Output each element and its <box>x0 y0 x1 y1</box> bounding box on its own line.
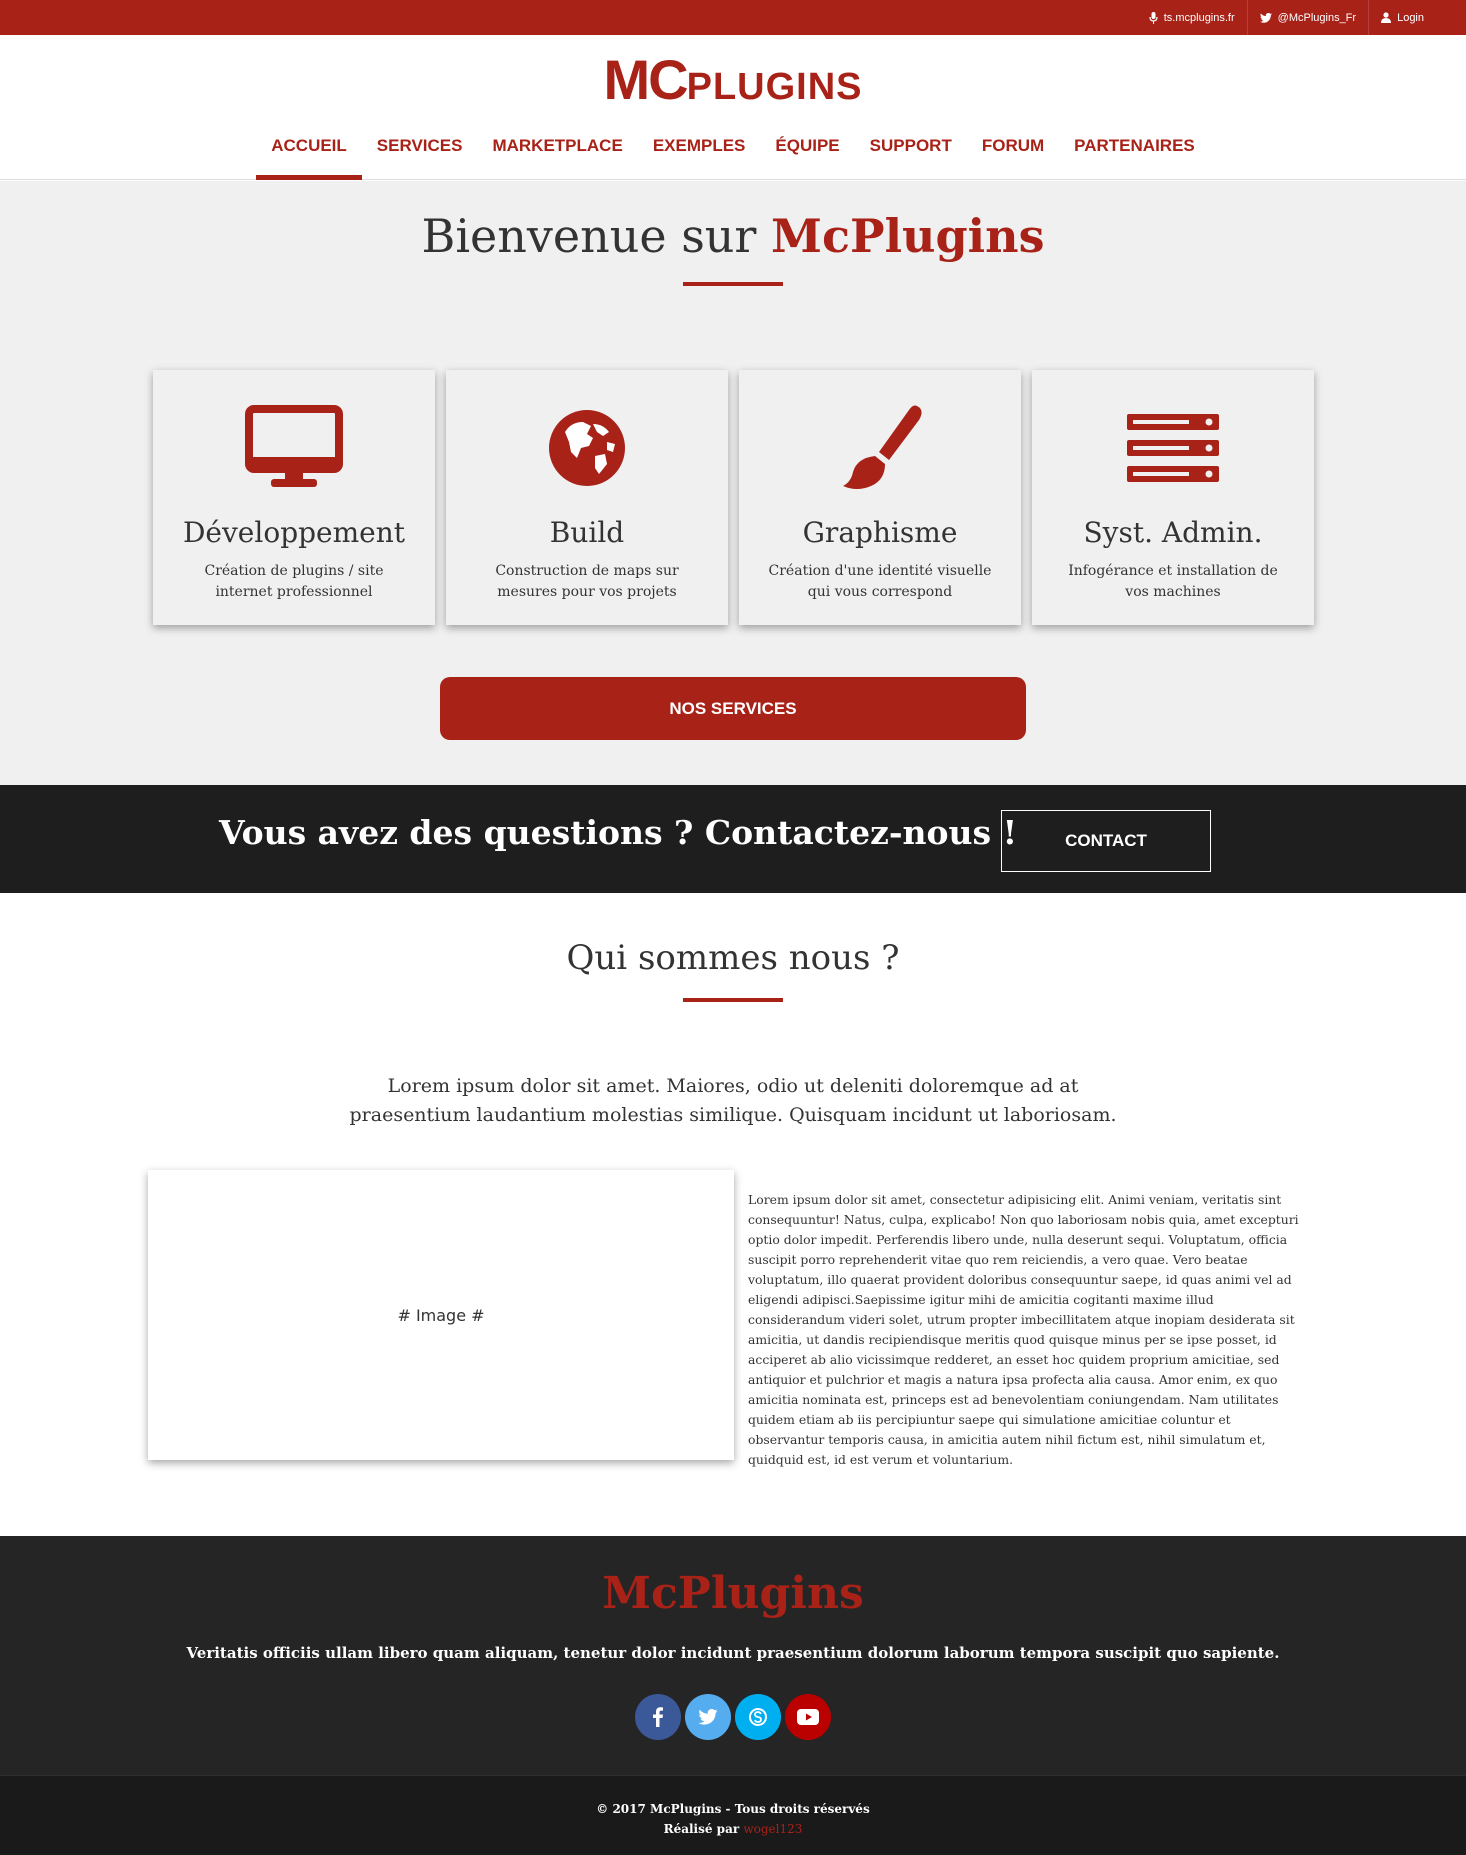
welcome-title-prefix: Bienvenue sur <box>421 209 772 263</box>
nav-item-support[interactable]: SUPPORT <box>855 127 967 179</box>
monitor-icon <box>245 405 343 487</box>
main-nav: ACCUEIL SERVICES MARKETPLACE EXEMPLES ÉQ… <box>0 127 1466 180</box>
teamspeak-link-label: ts.mcplugins.fr <box>1163 11 1235 24</box>
service-card-build[interactable]: Build Construction de maps sur mesures p… <box>446 370 728 625</box>
globe-icon <box>549 410 625 486</box>
welcome-title: Bienvenue sur McPlugins <box>0 209 1466 263</box>
service-card-title: Syst. Admin. <box>1083 516 1263 549</box>
service-card-desc: Infogérance et installation de vos machi… <box>1068 563 1278 600</box>
footer-tagline: Veritatis officiis ullam libero quam ali… <box>186 1644 1280 1662</box>
microphone-icon <box>1149 11 1158 24</box>
nav-item-accueil[interactable]: ACCUEIL <box>256 127 362 180</box>
service-cards: Développement Création de plugins / site… <box>153 370 1314 625</box>
top-bar-links: ts.mcplugins.fr @McPlugins_Fr Login <box>1137 0 1436 35</box>
image-placeholder-label: # Image # <box>397 1305 485 1325</box>
about-body: Lorem ipsum dolor sit amet, consectetur … <box>748 1192 1299 1467</box>
teamspeak-link[interactable]: ts.mcplugins.fr <box>1137 0 1247 35</box>
about-lead: Lorem ipsum dolor sit amet. Maiores, odi… <box>349 1075 1117 1126</box>
youtube-button[interactable] <box>785 1694 831 1740</box>
made-by-prefix: Réalisé par <box>663 1822 744 1836</box>
social-links <box>0 1694 1466 1740</box>
server-icon <box>1127 414 1219 482</box>
facebook-icon <box>653 1707 663 1727</box>
skype-icon <box>749 1708 767 1726</box>
made-by: Réalisé par wogel123 <box>0 1819 1466 1839</box>
welcome-title-brand: McPlugins <box>771 209 1045 263</box>
nav-item-services[interactable]: SERVICES <box>362 127 478 179</box>
image-placeholder: # Image # <box>148 1170 734 1460</box>
paintbrush-icon <box>843 405 922 489</box>
nav-item-partenaires[interactable]: PARTENAIRES <box>1059 127 1210 179</box>
footer-logo: McPlugins <box>602 1568 864 1619</box>
about-title: Qui sommes nous ? <box>566 938 900 978</box>
copyright-bar: © 2017 McPlugins - Tous droits réservés … <box>0 1775 1466 1855</box>
nav-item-forum[interactable]: FORUM <box>967 127 1059 179</box>
twitter-button[interactable] <box>685 1694 731 1740</box>
logo-plugins: PLUGINS <box>686 66 863 108</box>
contact-prompt: Vous avez des questions ? Contactez-nous… <box>219 813 1018 852</box>
about-divider <box>683 998 783 1002</box>
copyright: © 2017 McPlugins - Tous droits réservés … <box>0 1799 1466 1839</box>
service-card-desc: Création d'une identité visuelle qui vou… <box>768 563 992 600</box>
youtube-icon <box>797 1709 819 1725</box>
user-icon <box>1381 12 1392 23</box>
nav-item-exemples[interactable]: EXEMPLES <box>638 127 761 179</box>
nos-services-button[interactable]: NOS SERVICES <box>440 677 1026 740</box>
nav-item-marketplace[interactable]: MARKETPLACE <box>477 127 637 179</box>
welcome-section: Bienvenue sur McPlugins Développement Cr… <box>0 181 1466 785</box>
service-card-developpement[interactable]: Développement Création de plugins / site… <box>153 370 435 625</box>
site-logo[interactable]: MCPLUGINS <box>0 47 1466 112</box>
top-bar: ts.mcplugins.fr @McPlugins_Fr Login <box>0 0 1466 35</box>
service-card-desc: Création de plugins / site internet prof… <box>204 563 384 600</box>
welcome-divider <box>683 282 783 286</box>
service-card-title: Graphisme <box>802 516 958 549</box>
twitter-link-label: @McPlugins_Fr <box>1277 11 1357 24</box>
skype-button[interactable] <box>735 1694 781 1740</box>
service-card-desc: Construction de maps sur mesures pour vo… <box>495 563 679 600</box>
service-card-title: Build <box>549 516 625 549</box>
twitter-icon <box>698 1709 718 1725</box>
contact-band: Vous avez des questions ? Contactez-nous… <box>0 785 1466 893</box>
twitter-icon <box>1259 12 1272 23</box>
logo-mc: MC <box>603 48 689 111</box>
login-link-label: Login <box>1397 11 1424 24</box>
site-header: MCPLUGINS ACCUEIL SERVICES MARKETPLACE E… <box>0 35 1466 180</box>
twitter-link[interactable]: @McPlugins_Fr <box>1246 0 1368 35</box>
site-footer: McPlugins Veritatis officiis ullam liber… <box>0 1536 1466 1775</box>
facebook-button[interactable] <box>635 1694 681 1740</box>
nav-item-equipe[interactable]: ÉQUIPE <box>760 127 854 179</box>
contact-button[interactable]: CONTACT <box>1001 810 1211 872</box>
login-link[interactable]: Login <box>1368 0 1436 35</box>
copyright-text: © 2017 McPlugins - Tous droits réservés <box>596 1802 870 1816</box>
service-card-title: Développement <box>182 516 406 549</box>
service-card-sysadmin[interactable]: Syst. Admin. Infogérance et installation… <box>1032 370 1314 625</box>
author-link[interactable]: wogel123 <box>743 1822 802 1836</box>
service-card-graphisme[interactable]: Graphisme Création d'une identité visuel… <box>739 370 1021 625</box>
